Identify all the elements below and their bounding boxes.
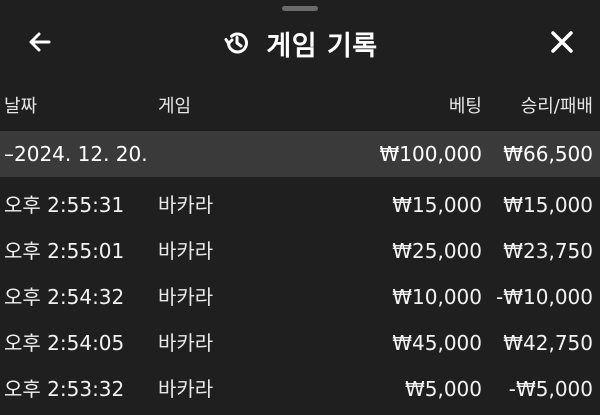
row-result: ₩23,750 xyxy=(503,239,593,263)
row-game: 바카라 xyxy=(158,285,214,309)
row-time: 오후 2:55:01 xyxy=(4,239,125,263)
column-header-result: 승리/패배 xyxy=(520,96,593,117)
row-bet: ₩15,000 xyxy=(392,193,482,217)
title-group: 게임 기록 xyxy=(0,24,600,62)
table-row[interactable]: 오후 2:55:31 바카라 ₩15,000 ₩15,000 xyxy=(0,182,600,228)
row-game: 바카라 xyxy=(158,377,214,401)
row-bet: ₩10,000 xyxy=(392,285,482,309)
column-header-row: 날짜 게임 베팅 승리/패배 xyxy=(0,84,600,130)
column-header-game: 게임 xyxy=(158,96,192,117)
group-bet-total: ₩100,000 xyxy=(379,142,482,166)
column-header-date: 날짜 xyxy=(4,96,38,117)
table-row[interactable]: 오후 2:54:05 바카라 ₩45,000 ₩42,750 xyxy=(0,320,600,366)
table-row[interactable]: 오후 2:53:32 바카라 ₩5,000 -₩5,000 xyxy=(0,366,600,412)
column-header-bet: 베팅 xyxy=(448,96,482,117)
row-bet: ₩5,000 xyxy=(404,377,482,401)
row-bet: ₩25,000 xyxy=(392,239,482,263)
page-title: 게임 기록 xyxy=(266,30,378,62)
row-game: 바카라 xyxy=(158,239,214,263)
group-date: –2024. 12. 20. xyxy=(4,142,148,166)
row-time: 오후 2:55:31 xyxy=(4,193,125,217)
row-result: ₩42,750 xyxy=(503,331,593,355)
history-icon xyxy=(224,32,249,54)
date-group-row[interactable]: –2024. 12. 20. ₩100,000 ₩66,500 xyxy=(0,131,600,177)
table-row[interactable]: 오후 2:54:32 바카라 ₩10,000 -₩10,000 xyxy=(0,274,600,320)
row-result: -₩10,000 xyxy=(496,285,593,309)
table-row[interactable]: 오후 2:55:01 바카라 ₩25,000 ₩23,750 xyxy=(0,228,600,274)
row-time: 오후 2:53:32 xyxy=(4,377,125,401)
close-button[interactable] xyxy=(544,24,580,60)
close-icon xyxy=(551,31,573,53)
row-time: 오후 2:54:05 xyxy=(4,331,125,355)
row-result: ₩15,000 xyxy=(503,193,593,217)
row-time: 오후 2:54:32 xyxy=(4,285,125,309)
row-game: 바카라 xyxy=(158,193,214,217)
row-game: 바카라 xyxy=(158,331,214,355)
group-result-total: ₩66,500 xyxy=(503,142,593,166)
header: 게임 기록 xyxy=(0,0,600,84)
row-bet: ₩45,000 xyxy=(392,331,482,355)
row-result: -₩5,000 xyxy=(508,377,593,401)
